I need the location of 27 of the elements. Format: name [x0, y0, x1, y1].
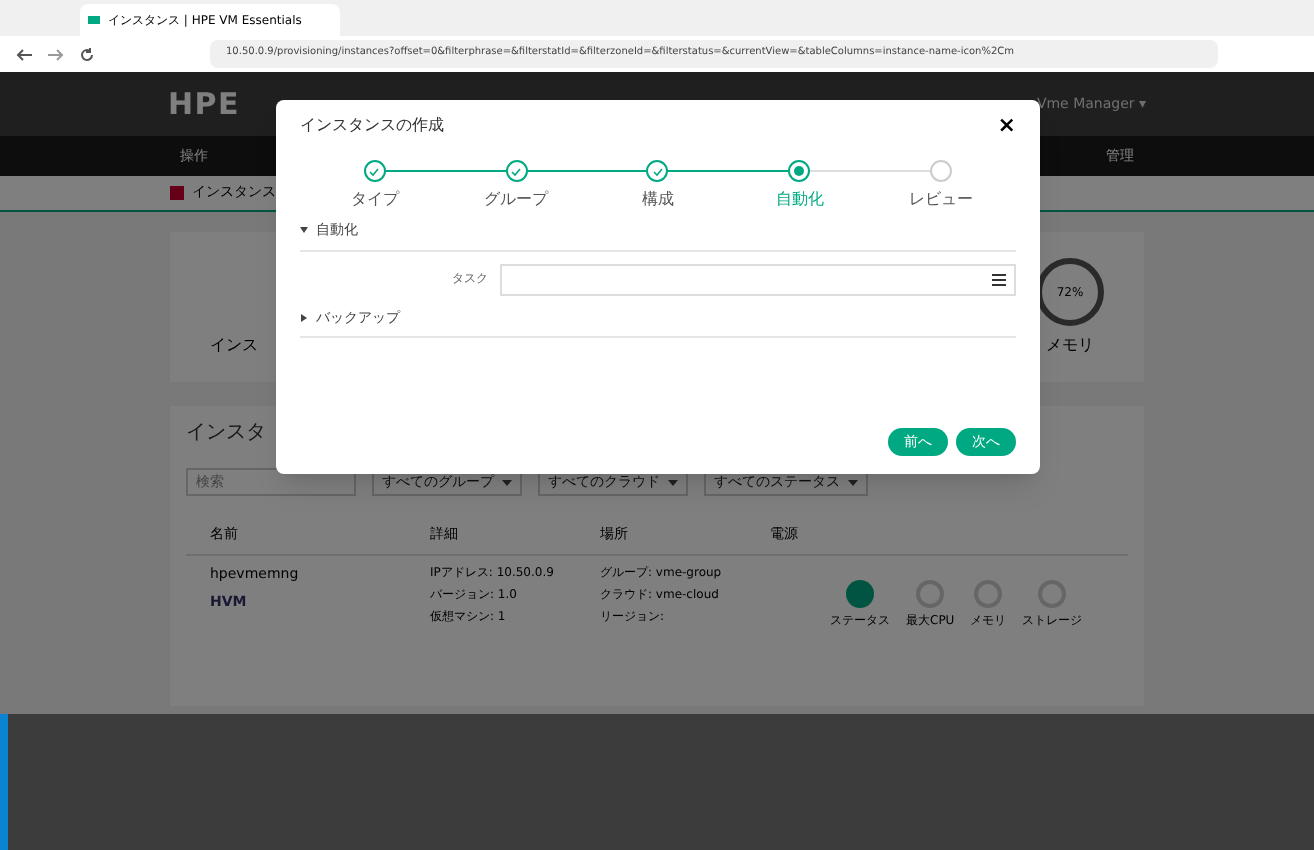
step-label[interactable]: 自動化 — [775, 188, 824, 212]
caret-icon — [848, 479, 858, 485]
status-icon — [846, 579, 874, 607]
gauge-icon — [974, 579, 1003, 607]
task-field[interactable] — [500, 263, 1016, 295]
panel-title: インスタ — [186, 420, 266, 448]
step-label[interactable]: レビュー — [909, 188, 974, 212]
step-label[interactable]: タイプ — [350, 188, 399, 212]
list-icon[interactable] — [992, 273, 1006, 285]
gauge-icon — [916, 579, 945, 607]
dialog-title: インスタンスの作成 — [300, 114, 444, 138]
gauge-icon — [1038, 579, 1067, 607]
step-label[interactable]: 構成 — [641, 188, 674, 212]
close-button[interactable]: × — [997, 109, 1016, 143]
back-icon[interactable] — [16, 47, 32, 61]
caret-icon[interactable] — [300, 226, 308, 235]
caret-icon — [502, 479, 512, 485]
instance-icon — [170, 186, 184, 200]
stat-label: メモリ — [1046, 334, 1094, 358]
caret-icon — [668, 479, 678, 485]
stat-label: インス — [210, 334, 258, 358]
step-label[interactable]: グループ — [484, 188, 549, 212]
reload-icon[interactable] — [80, 47, 94, 61]
pending-step-icon — [930, 160, 953, 182]
caret-icon[interactable] — [300, 313, 308, 322]
forward-icon[interactable] — [48, 47, 64, 61]
logo: HPE — [168, 83, 241, 126]
